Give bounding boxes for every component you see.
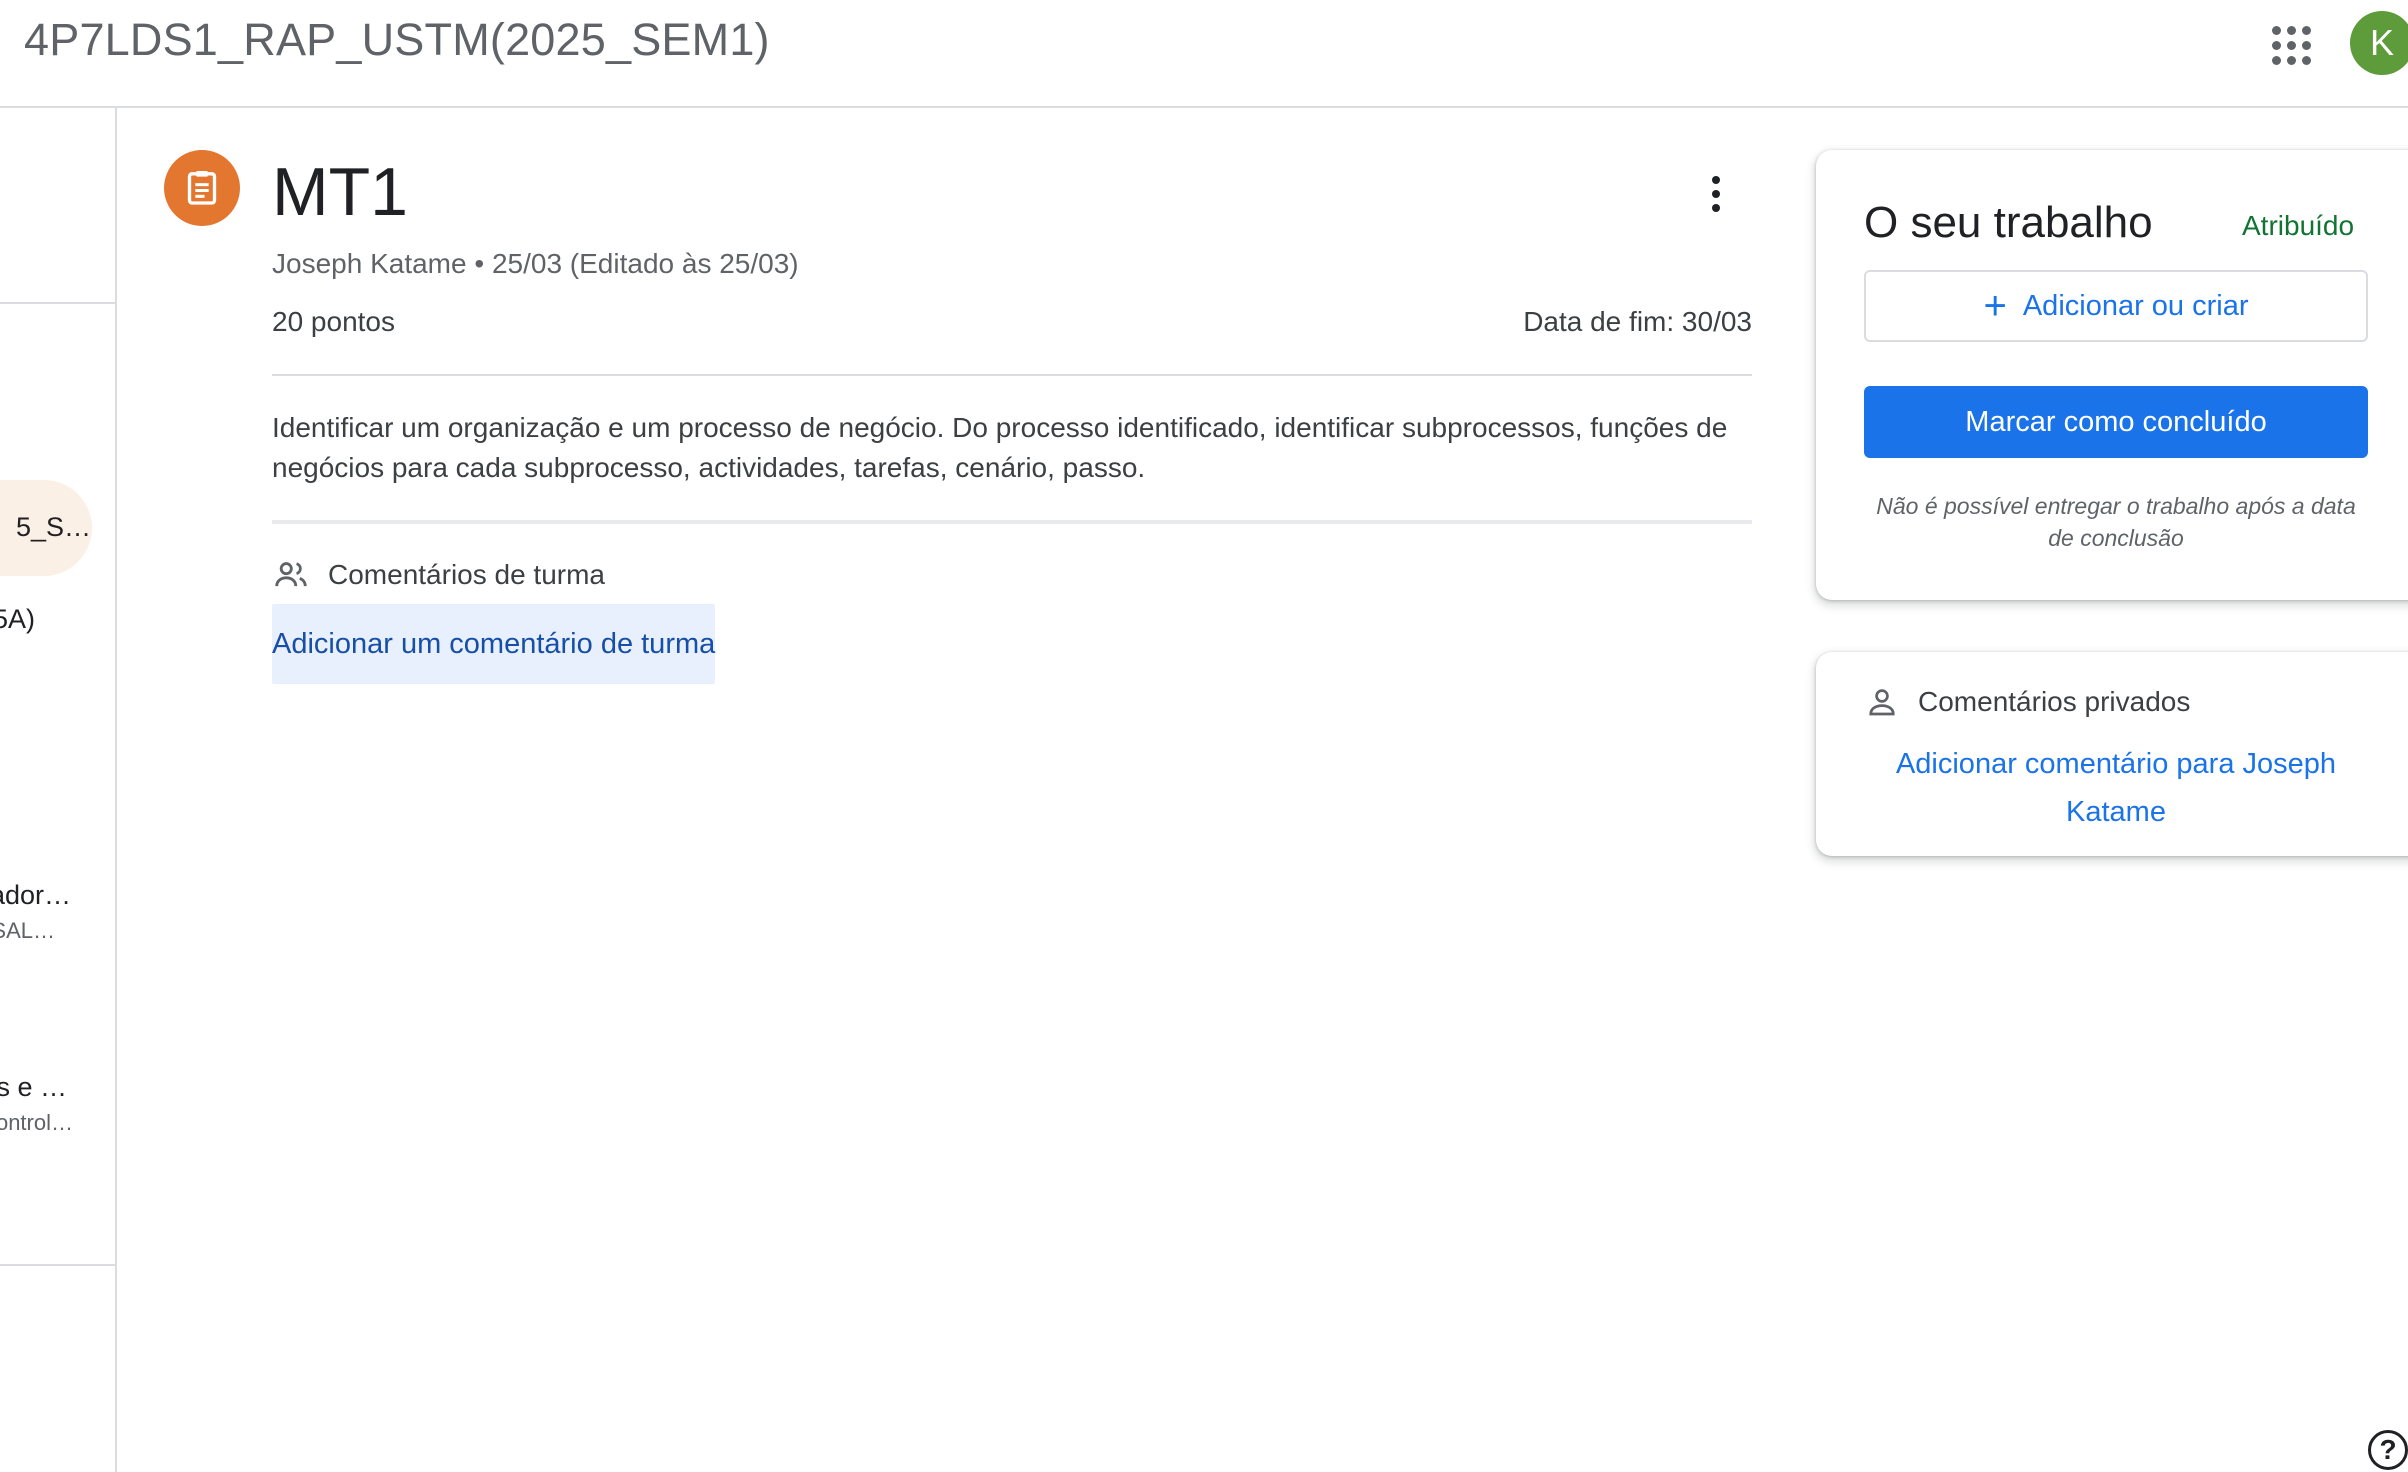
side-divider <box>0 1264 115 1266</box>
add-or-create-label: Adicionar ou criar <box>2022 289 2249 322</box>
add-class-comment-link[interactable]: Adicionar um comentário de turma <box>272 604 716 684</box>
class-comments-header: Comentários de turma <box>272 556 605 594</box>
add-private-comment-link[interactable]: Adicionar comentário para Joseph Katame <box>1864 740 2368 836</box>
work-status-badge: Atribuído <box>2242 210 2355 241</box>
assignment-description: Identificar um organização e um processo… <box>272 412 1728 483</box>
side-item-4-sub: ontrol… <box>0 1110 73 1135</box>
header-divider <box>272 374 1752 376</box>
account-avatar[interactable]: K <box>2350 11 2408 75</box>
post-date: 25/03 (Editado às 25/03) <box>491 248 799 279</box>
people-icon <box>275 562 307 587</box>
meta-separator: • <box>474 248 485 279</box>
side-item-4-label[interactable]: es e … <box>0 1072 67 1103</box>
help-icon[interactable]: ? <box>2368 1430 2408 1470</box>
add-or-create-button[interactable]: + Adicionar ou criar <box>1864 270 2368 342</box>
author-name: Joseph Katame <box>272 248 467 279</box>
course-title[interactable]: 4P7LDS1_RAP_USTM(2025_SEM1) <box>24 14 770 66</box>
side-divider <box>0 302 115 304</box>
private-comments-label: Comentários privados <box>1918 686 2191 717</box>
late-submission-note: Não é possível entregar o trabalho após … <box>1876 493 2356 551</box>
more-options-icon[interactable] <box>1696 170 1736 218</box>
top-app-bar: 4P7LDS1_RAP_USTM(2025_SEM1) K <box>0 0 2408 108</box>
your-work-title: O seu trabalho <box>1864 198 2153 247</box>
assignment-meta: Joseph Katame • 25/03 (Editado às 25/03) <box>272 248 799 280</box>
private-comments-header: Comentários privados <box>1864 684 2190 720</box>
side-nav-panel: 5_S… 5A) ador… SAL… es e … ontrol… <box>0 108 117 1472</box>
assignment-title: MT1 <box>272 154 408 230</box>
person-icon <box>1869 689 1895 716</box>
google-apps-icon[interactable] <box>2268 22 2311 65</box>
your-work-card: O seu trabalho Atribuído + Adicionar ou … <box>1816 150 2408 600</box>
assignment-icon <box>164 150 240 226</box>
plus-icon: + <box>1983 284 2007 328</box>
mark-as-done-button[interactable]: Marcar como concluído <box>1864 386 2368 458</box>
clipboard-icon <box>187 171 217 205</box>
class-comments-label: Comentários de turma <box>328 559 606 590</box>
private-comments-card: Comentários privados Adicionar comentári… <box>1816 652 2408 856</box>
assignment-points: 20 pontos <box>272 306 395 337</box>
due-date: Data de fim: 30/03 <box>1523 306 1752 337</box>
side-item-1-label[interactable]: 5_S… <box>16 512 91 543</box>
description-divider <box>272 520 1752 524</box>
side-item-3-label[interactable]: ador… <box>0 880 71 911</box>
side-item-2-label[interactable]: 5A) <box>0 604 35 635</box>
side-item-3-sub: SAL… <box>0 918 55 943</box>
